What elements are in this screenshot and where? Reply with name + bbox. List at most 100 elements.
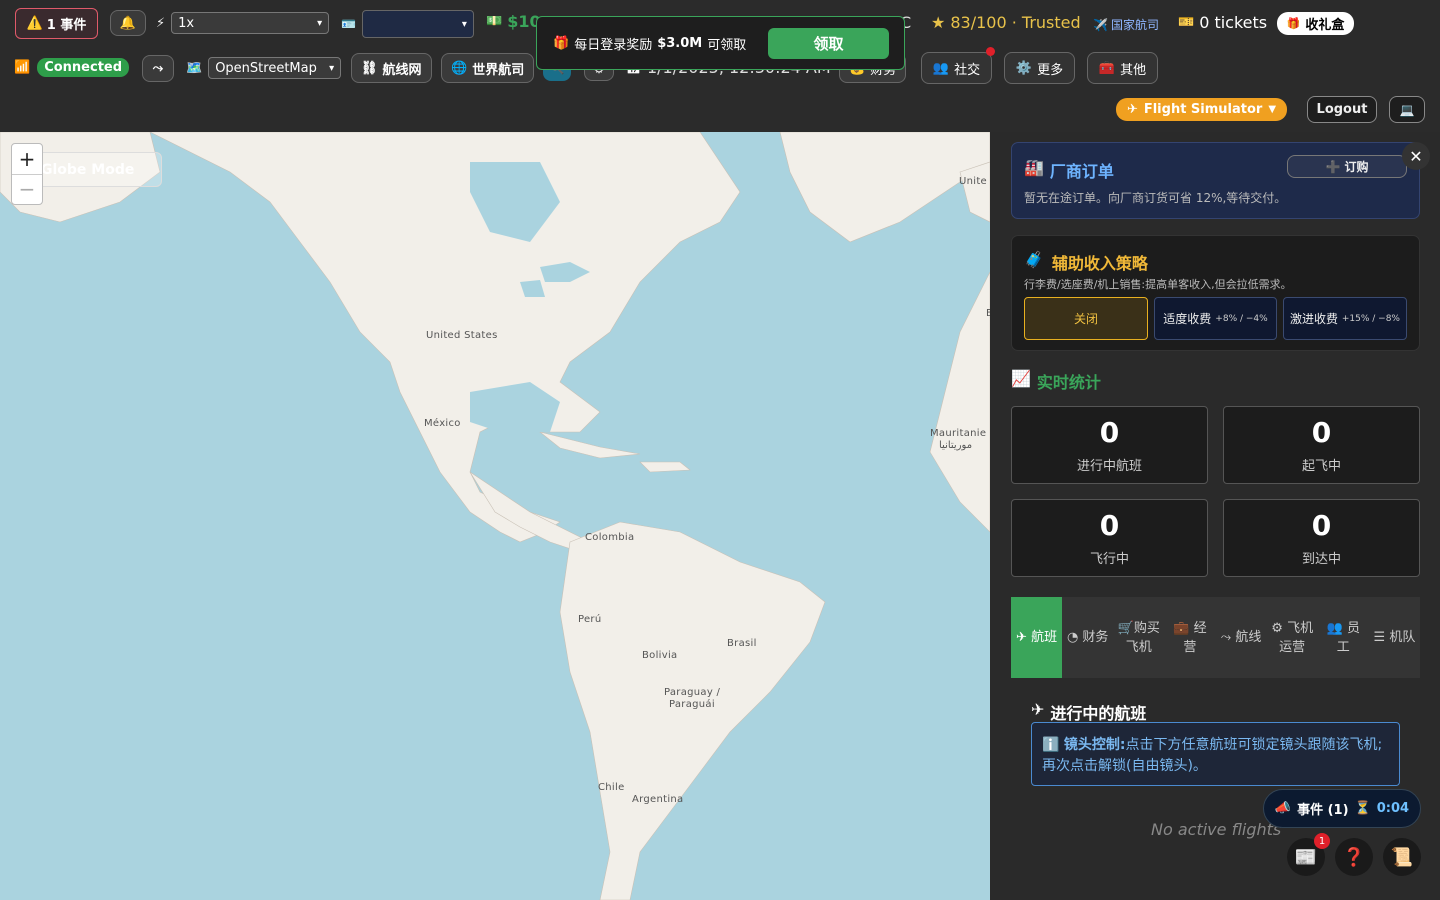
zoom-control: + − [11, 143, 43, 205]
logout-button[interactable]: Logout [1307, 96, 1377, 123]
no-flights-text: No active flights [1151, 820, 1282, 839]
flight-simulator-button[interactable]: ✈ Flight Simulator ▼ [1116, 98, 1287, 121]
money-icon: 💵 [486, 14, 503, 29]
question-icon: ❓ [1342, 846, 1366, 868]
map-style-select[interactable]: OpenStreetMap ▾ [208, 57, 342, 79]
plus-icon: ➕ [1325, 159, 1341, 174]
world-airlines-button[interactable]: 🌐 世界航司 [441, 53, 535, 83]
more-button[interactable]: ⚙️ 更多 [1004, 52, 1075, 84]
tab-routes[interactable]: ⤳ 航线 [1216, 597, 1267, 678]
route-icon: ⤳ [152, 61, 164, 76]
stat-active-flights: 0 进行中航班 [1011, 406, 1208, 484]
plane-icon: ✈ [1031, 700, 1045, 719]
speed-select[interactable]: 1x ▾ [171, 12, 330, 34]
factory-orders-card: 🏭 厂商订单 ➕ 订购 暂无在途订单。向厂商订货可省 12%,等待交付。 [1011, 142, 1420, 219]
tab-staff[interactable]: 👥 员工 [1318, 597, 1369, 678]
warning-icon: ⚠️ [26, 16, 43, 31]
gift-box-button[interactable]: 🎁 收礼盒 [1277, 12, 1354, 35]
zoom-in-button[interactable]: + [12, 144, 42, 174]
map-label-colombia: Colombia [585, 532, 635, 543]
connection-status: Connected [37, 58, 130, 77]
tab-flights[interactable]: ✈ 航班 [1011, 597, 1063, 678]
other-button[interactable]: 🧰 其他 [1087, 52, 1158, 84]
help-button[interactable]: ❓ [1335, 838, 1373, 876]
map-label-us: United States [426, 330, 498, 341]
toolbox-icon: 🧰 [1098, 60, 1116, 76]
map-label-chile: Chile [598, 782, 625, 793]
tab-buy-aircraft[interactable]: 🛒购买飞机 [1113, 597, 1164, 678]
close-panel-button[interactable]: ✕ [1402, 142, 1430, 170]
active-flights-title: 进行中的航班 [1050, 704, 1147, 723]
ancillary-desc: 行李费/选座费/机上销售:提高单客收入,但会拉低需求。 [1024, 278, 1292, 291]
plane-icon: ✈ [1016, 630, 1032, 645]
social-notification-dot [986, 47, 995, 56]
route-network-button[interactable]: ⛓ 航线网 [351, 53, 432, 83]
gift-icon: 🎁 [553, 35, 570, 51]
chevron-down-icon: ▼ [1268, 104, 1277, 115]
chevron-down-icon: ▾ [317, 17, 323, 29]
briefcase-icon: 💼 [1173, 620, 1194, 636]
order-button[interactable]: ➕ 订购 [1287, 155, 1407, 178]
bell-icon: 🔔 [119, 15, 137, 31]
globe-icon: 🌐 [451, 60, 468, 76]
luggage-icon: 🧳 [1024, 250, 1044, 269]
map-label-united: Unite [959, 176, 988, 187]
tab-aircraft-ops[interactable]: ⚙ 飞机运营 [1267, 597, 1318, 678]
laptop-button[interactable]: 💻 [1389, 96, 1425, 123]
events-badge[interactable]: ⚠️ 1 事件 [15, 8, 98, 39]
notifications-button[interactable]: 🔔 [110, 10, 146, 36]
plane-flag-icon: ✈️ [1093, 17, 1108, 32]
tab-operations[interactable]: 💼 经营 [1164, 597, 1215, 678]
ancillary-option-off[interactable]: 关闭 [1024, 297, 1148, 340]
claim-reward-button[interactable]: 领取 [768, 28, 889, 59]
airline-select[interactable]: ▾ [361, 10, 474, 38]
national-airline-link[interactable]: ✈️ 国家航司 [1093, 16, 1159, 33]
event-timer-pill[interactable]: 📣 事件 (1) ⏳ 0:04 [1263, 789, 1421, 828]
chevron-down-icon: ▾ [461, 18, 467, 30]
stat-arriving: 0 到达中 [1223, 499, 1420, 577]
cart-icon: 🛒 [1117, 620, 1134, 636]
tab-fleet[interactable]: ☰ 机队 [1369, 597, 1420, 678]
ancillary-revenue-card: 🧳 辅助收入策略 行李费/选座费/机上销售:提高单客收入,但会拉低需求。 关闭 适… [1011, 235, 1420, 351]
users-icon: 👥 [1326, 620, 1347, 636]
plane-icon: ✈ [1126, 102, 1138, 117]
tab-finance[interactable]: ◔ 财务 [1062, 597, 1113, 678]
stat-taking-off: 0 起飞中 [1223, 406, 1420, 484]
laptop-icon: 💻 [1399, 102, 1415, 117]
chevron-down-icon: ▾ [329, 62, 335, 74]
gear-icon: ⚙️ [1015, 60, 1033, 76]
scroll-button[interactable]: 📜 [1383, 838, 1421, 876]
map-label-argentina: Argentina [632, 794, 684, 805]
map-label-brasil: Brasil [727, 638, 757, 649]
map-icon: 🗺️ [186, 60, 203, 76]
ancillary-option-moderate[interactable]: 适度收费 +8% / −4% [1154, 297, 1277, 340]
megaphone-icon: 📣 [1274, 801, 1292, 816]
social-button[interactable]: 👥 社交 [921, 52, 992, 84]
zoom-out-button[interactable]: − [12, 173, 42, 205]
tickets-count: 0 tickets [1199, 13, 1268, 32]
network-icon: ⛓ [361, 60, 378, 76]
route-tool-button[interactable]: ⤳ [142, 55, 174, 82]
world-map[interactable]: United States México Colombia Perú Boliv… [0, 132, 990, 900]
info-icon: ℹ️ [1042, 737, 1060, 753]
trust-score: 83/100 · Trusted [950, 13, 1081, 32]
factory-icon: 🏭 [1024, 158, 1044, 177]
map-label-peru: Perú [578, 614, 602, 625]
list-icon: ☰ [1373, 630, 1390, 645]
newspaper-icon: 📰 [1294, 846, 1318, 868]
scroll-icon: 📜 [1390, 846, 1414, 868]
camera-info-box: ℹ️ 镜头控制:点击下方任意航班可锁定镜头跟随该飞机;再次点击解锁(自由镜头)。 [1031, 722, 1400, 786]
ticket-icon: 🎫 [1178, 15, 1195, 30]
map-label-paraguay-2: Paraguái [669, 699, 715, 710]
map-label-mauritanie-ar: موريتانيا [939, 440, 973, 451]
stat-in-flight: 0 飞行中 [1011, 499, 1208, 577]
map-label-paraguay: Paraguay / [664, 687, 721, 698]
factory-desc: 暂无在途订单。向厂商订货可省 12%,等待交付。 [1024, 191, 1287, 205]
people-icon: 👥 [932, 60, 950, 76]
wifi-icon: 📶 [14, 60, 31, 75]
map-land [0, 132, 990, 900]
map-label-mexico: México [424, 418, 461, 429]
ancillary-option-aggressive[interactable]: 激进收费 +15% / −8% [1283, 297, 1407, 340]
globe-mode-button[interactable]: Globe Mode [30, 152, 162, 187]
map-label-mauritanie: Mauritanie [930, 428, 987, 439]
